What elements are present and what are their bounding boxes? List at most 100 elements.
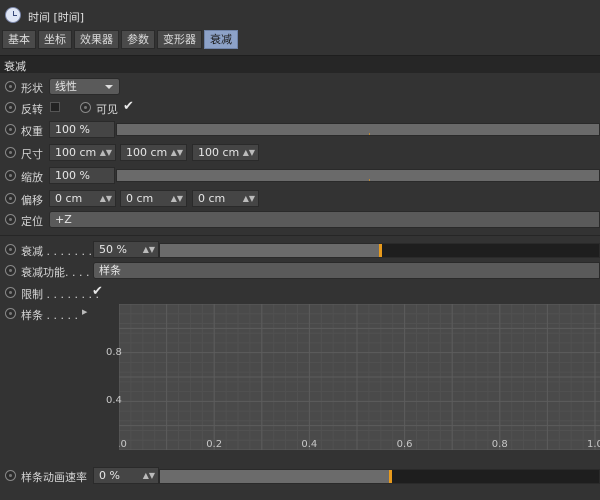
offset-label: 偏移 [21, 194, 43, 207]
row-scale: 缩放 100 % [0, 166, 600, 186]
row-offset: 偏移 0 cm ▲▼ 0 cm ▲▼ 0 cm ▲▼ [0, 189, 600, 209]
divider [0, 235, 600, 236]
animate-radio-icon[interactable] [5, 124, 16, 135]
animate-radio-icon[interactable] [5, 470, 16, 481]
weight-slider[interactable] [116, 123, 600, 136]
visible-checkmark-icon[interactable]: ✔ [123, 99, 134, 114]
spline-anim-speed-value: 0 % [99, 469, 120, 482]
falloff-function-dropdown[interactable]: 样条 [93, 262, 600, 279]
orientation-dropdown[interactable]: +Z [49, 211, 600, 228]
tab-parameters[interactable]: 参数 [121, 30, 155, 49]
window-title: 时间 [时间] [28, 11, 85, 24]
animate-radio-icon[interactable] [5, 214, 16, 225]
row-weight: 权重 100 % [0, 120, 600, 140]
animate-radio-icon[interactable] [5, 102, 16, 113]
row-clamp: 限制 . . . . . . . . ✔ [0, 283, 600, 303]
animate-radio-icon[interactable] [5, 193, 16, 204]
scale-label: 缩放 [21, 171, 43, 184]
falloff-slider[interactable] [159, 243, 600, 258]
chevron-down-icon [105, 85, 113, 89]
clamp-checkmark-icon[interactable]: ✔ [92, 284, 103, 299]
shape-label: 形状 [21, 82, 43, 95]
tab-coord[interactable]: 坐标 [38, 30, 72, 49]
x-tick-label: 0.0 [119, 439, 127, 450]
tab-falloff[interactable]: 衰减 [204, 30, 238, 49]
shape-value: 线性 [55, 80, 77, 93]
tab-deformer[interactable]: 变形器 [157, 30, 202, 49]
falloff-slider-fill [160, 244, 380, 257]
offset-y-value: 0 cm [126, 192, 154, 205]
y-tick-label: 0.4 [106, 395, 122, 407]
animate-radio-icon[interactable] [5, 244, 16, 255]
falloff-input[interactable]: 50 % ▲▼ [93, 241, 159, 258]
row-spline-anim-speed: 样条动画速率 0 % ▲▼ [0, 466, 600, 486]
spinner-arrows-icon[interactable]: ▲▼ [243, 191, 255, 206]
size-y-value: 100 cm [126, 146, 168, 159]
size-z-value: 100 cm [198, 146, 240, 159]
row-falloff-function: 衰减功能. . . . 样条 [0, 261, 600, 281]
orientation-value: +Z [55, 213, 72, 226]
spline-label: 样条 . . . . . [21, 309, 78, 322]
slider-tick [369, 133, 370, 135]
invert-checkbox[interactable] [50, 102, 60, 112]
animate-radio-icon[interactable] [5, 265, 16, 276]
weight-value: 100 % [55, 123, 90, 136]
visible-label: 可见 [96, 103, 118, 116]
row-orientation: 定位 +Z [0, 210, 600, 230]
spinner-arrows-icon[interactable]: ▲▼ [243, 145, 255, 160]
invert-label: 反转 [21, 103, 43, 116]
size-x-value: 100 cm [55, 146, 97, 159]
spline-anim-speed-slider-handle[interactable] [389, 470, 392, 483]
shape-dropdown[interactable]: 线性 [49, 78, 120, 95]
spinner-arrows-icon[interactable]: ▲▼ [100, 145, 112, 160]
scale-value: 100 % [55, 169, 90, 182]
x-tick-label: 0.6 [397, 439, 413, 450]
spinner-arrows-icon[interactable]: ▲▼ [171, 145, 183, 160]
weight-label: 权重 [21, 125, 43, 138]
tab-bar: 基本 坐标 效果器 参数 变形器 衰减 [2, 30, 238, 49]
weight-input[interactable]: 100 % [49, 121, 115, 138]
animate-radio-icon[interactable] [5, 81, 16, 92]
size-z-input[interactable]: 100 cm ▲▼ [192, 144, 259, 161]
x-tick-label: 0.4 [301, 439, 317, 450]
row-shape: 形状 线性 [0, 77, 600, 97]
spinner-arrows-icon[interactable]: ▲▼ [143, 468, 155, 483]
offset-y-input[interactable]: 0 cm ▲▼ [120, 190, 187, 207]
row-falloff: 衰减 . . . . . . . 50 % ▲▼ [0, 240, 600, 260]
spinner-arrows-icon[interactable]: ▲▼ [100, 191, 112, 206]
x-tick-label: 0.2 [206, 439, 222, 450]
scale-slider[interactable] [116, 169, 600, 182]
spline-graph[interactable]: 0.0 0.2 0.4 0.6 0.8 1.0 [119, 304, 600, 450]
spline-graph-canvas[interactable]: 0.0 0.2 0.4 0.6 0.8 1.0 [119, 304, 600, 450]
clock-icon [5, 7, 21, 23]
animate-radio-icon[interactable] [5, 308, 16, 319]
title-bar: 时间 [时间] [0, 0, 600, 30]
size-x-input[interactable]: 100 cm ▲▼ [49, 144, 116, 161]
spinner-arrows-icon[interactable]: ▲▼ [171, 191, 183, 206]
spline-anim-speed-input[interactable]: 0 % ▲▼ [93, 467, 159, 484]
x-tick-label: 1.0 [587, 439, 600, 450]
animate-radio-icon[interactable] [80, 102, 91, 113]
row-size: 尺寸 100 cm ▲▼ 100 cm ▲▼ 100 cm ▲▼ [0, 143, 600, 163]
x-tick-label: 0.8 [492, 439, 508, 450]
spline-anim-speed-label: 样条动画速率 [21, 471, 87, 484]
slider-tick [369, 179, 370, 181]
expand-arrow-icon[interactable]: ▶ [82, 308, 87, 316]
offset-z-input[interactable]: 0 cm ▲▼ [192, 190, 259, 207]
clamp-label: 限制 . . . . . . . . [21, 288, 99, 301]
spinner-arrows-icon[interactable]: ▲▼ [143, 242, 155, 257]
tab-effectors[interactable]: 效果器 [74, 30, 119, 49]
falloff-slider-handle[interactable] [378, 244, 382, 257]
tab-basic[interactable]: 基本 [2, 30, 36, 49]
animate-radio-icon[interactable] [5, 287, 16, 298]
scale-input[interactable]: 100 % [49, 167, 115, 184]
orientation-label: 定位 [21, 215, 43, 228]
animate-radio-icon[interactable] [5, 147, 16, 158]
falloff-value: 50 % [99, 243, 127, 256]
offset-x-input[interactable]: 0 cm ▲▼ [49, 190, 116, 207]
row-invert: 反转 可见 ✔ [0, 98, 600, 118]
spline-anim-speed-slider[interactable] [159, 469, 600, 484]
size-y-input[interactable]: 100 cm ▲▼ [120, 144, 187, 161]
falloff-label: 衰减 . . . . . . . [21, 245, 92, 258]
animate-radio-icon[interactable] [5, 170, 16, 181]
